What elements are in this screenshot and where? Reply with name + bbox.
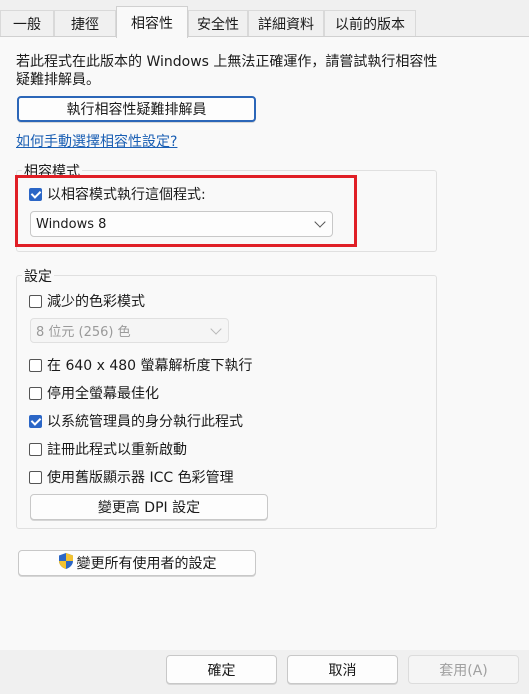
run-640-row[interactable]: 在 640 x 480 螢幕解析度下執行	[29, 355, 253, 375]
apply-button: 套用(A)	[408, 655, 519, 684]
register-restart-row[interactable]: 註冊此程式以重新啟動	[29, 439, 187, 459]
button-label: 執行相容性疑難排解員	[66, 102, 207, 118]
description-text: 若此程式在此版本的 Windows 上無法正確運作，請嘗試執行相容性疑難排解員。	[16, 54, 438, 88]
compat-mode-row[interactable]: 以相容模式執行這個程式:	[29, 184, 206, 204]
legacy-icc-label: 使用舊版顯示器 ICC 色彩管理	[47, 470, 234, 486]
compat-mode-label: 以相容模式執行這個程式:	[47, 187, 206, 203]
os-select[interactable]: Windows 8	[30, 211, 333, 237]
change-dpi-button[interactable]: 變更高 DPI 設定	[30, 494, 268, 520]
tab-label: 詳細資料	[258, 17, 314, 33]
ok-button[interactable]: 確定	[166, 655, 277, 684]
disable-fullscreen-checkbox[interactable]	[29, 386, 42, 400]
button-label: 取消	[328, 662, 357, 679]
tab-label: 相容性	[131, 15, 173, 32]
button-label: 套用(A)	[439, 662, 488, 679]
run-640-label: 在 640 x 480 螢幕解析度下執行	[47, 358, 253, 374]
shield-icon	[58, 552, 74, 574]
tab-security[interactable]: 安全性	[188, 10, 248, 37]
tab-compatibility[interactable]: 相容性	[116, 6, 188, 38]
legacy-icc-checkbox[interactable]	[29, 470, 42, 484]
legacy-icc-row[interactable]: 使用舊版顯示器 ICC 色彩管理	[29, 467, 234, 487]
tab-label: 捷徑	[71, 17, 99, 33]
color-mode-select: 8 位元 (256) 色	[30, 318, 229, 343]
tab-shortcut[interactable]: 捷徑	[54, 10, 116, 37]
run-640-checkbox[interactable]	[29, 358, 42, 372]
tab-details[interactable]: 詳細資料	[248, 10, 324, 37]
change-all-users-button[interactable]: 變更所有使用者的設定	[18, 550, 256, 576]
tab-previous-versions[interactable]: 以前的版本	[324, 10, 416, 37]
os-select-value: Windows 8	[36, 216, 107, 232]
reduced-color-label: 減少的色彩模式	[47, 294, 145, 310]
disable-fullscreen-row[interactable]: 停用全螢幕最佳化	[29, 383, 159, 403]
run-admin-label: 以系統管理員的身分執行此程式	[47, 414, 243, 430]
reduced-color-checkbox[interactable]	[29, 294, 42, 308]
color-mode-value: 8 位元 (256) 色	[36, 325, 131, 340]
button-label: 變更高 DPI 設定	[97, 500, 201, 516]
chevron-down-icon	[210, 322, 222, 335]
button-label: 變更所有使用者的設定	[76, 556, 217, 572]
tab-label: 安全性	[197, 17, 239, 33]
compat-mode-checkbox[interactable]	[29, 187, 42, 201]
register-restart-label: 註冊此程式以重新啟動	[47, 442, 187, 458]
cancel-button[interactable]: 取消	[287, 655, 398, 684]
run-troubleshooter-button[interactable]: 執行相容性疑難排解員	[17, 96, 256, 122]
disable-fullscreen-label: 停用全螢幕最佳化	[47, 386, 159, 402]
chevron-down-icon	[314, 216, 326, 228]
tab-label: 以前的版本	[335, 17, 405, 33]
settings-legend: 設定	[22, 266, 54, 286]
register-restart-checkbox[interactable]	[29, 442, 42, 456]
reduced-color-row[interactable]: 減少的色彩模式	[29, 291, 145, 311]
tab-general[interactable]: 一般	[0, 10, 54, 37]
button-label: 確定	[207, 662, 236, 679]
tab-label: 一般	[13, 17, 41, 33]
tab-bar: 一般 捷徑 相容性 安全性 詳細資料 以前的版本	[0, 0, 529, 38]
run-admin-checkbox[interactable]	[29, 414, 42, 428]
run-admin-row[interactable]: 以系統管理員的身分執行此程式	[29, 411, 243, 431]
manual-settings-link[interactable]: 如何手動選擇相容性設定?	[16, 131, 177, 151]
